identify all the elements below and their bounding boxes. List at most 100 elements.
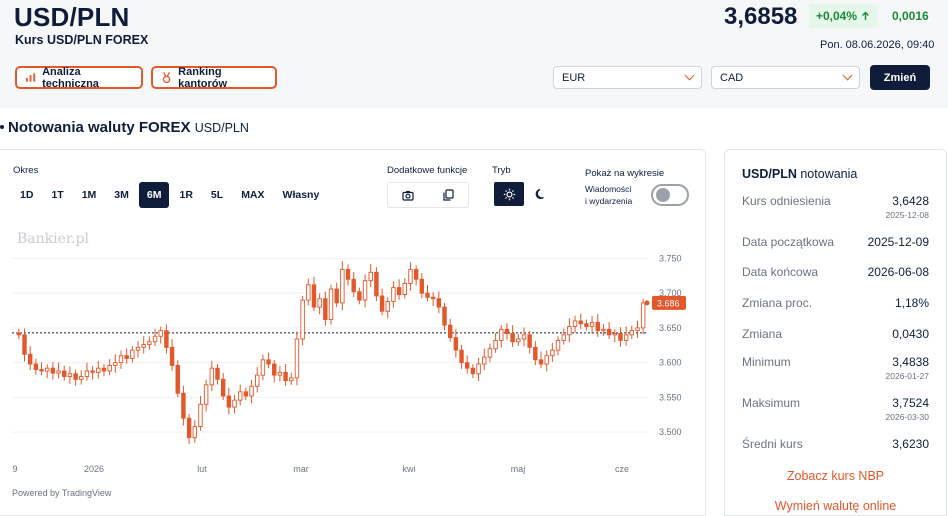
last-price-label: 3.686: [657, 298, 680, 308]
candle-body: [640, 302, 646, 329]
candle-body: [499, 328, 504, 341]
quote-header: USD/PLN Kurs USD/PLN FOREX 3,6858 +0,04%…: [0, 0, 948, 108]
stats-title: USD/PLN notowania: [742, 167, 857, 181]
candle-body: [226, 395, 232, 408]
candle-body: [272, 363, 277, 376]
exchange-ranking-button[interactable]: Ranking kantorów: [151, 65, 277, 90]
stat-label: Średni kurs: [742, 437, 803, 451]
period-label: Okres: [13, 165, 39, 176]
candle-body: [84, 370, 90, 377]
candle-body: [130, 349, 135, 359]
candle-body: [487, 348, 493, 358]
stat-value: 3,4838: [892, 355, 929, 369]
stat-label: Minimum: [742, 355, 791, 369]
candle-body: [323, 298, 328, 321]
light-mode-button[interactable]: [494, 182, 524, 206]
arrow-up-icon: [862, 11, 870, 20]
candle-body: [237, 391, 243, 401]
last-price-dot: [644, 300, 650, 306]
candle-body: [62, 370, 67, 377]
candle-body: [79, 376, 84, 380]
candle-body: [328, 288, 334, 321]
candle-body: [447, 324, 453, 339]
candle-body: [482, 356, 487, 365]
dark-mode-button[interactable]: [524, 182, 558, 206]
candle-body: [306, 284, 311, 301]
exchange-online-link[interactable]: Wymień walutę online: [725, 499, 946, 513]
stats-title-suffix: notowania: [800, 167, 858, 181]
to-currency-select[interactable]: CAD: [711, 66, 860, 89]
candle-body: [379, 295, 385, 312]
exchange-ranking-label: Ranking kantorów: [178, 65, 228, 90]
stat-label: Data końcowa: [742, 265, 819, 279]
candle-body: [533, 346, 538, 361]
screenshot-button[interactable]: [388, 183, 428, 207]
period-button-max[interactable]: MAX: [233, 182, 272, 208]
candle-body: [595, 321, 600, 332]
powered-by-tradingview[interactable]: Powered by TradingView: [12, 488, 111, 498]
period-button-własny[interactable]: Własny: [275, 182, 328, 208]
candle-body: [442, 306, 447, 326]
y-tick-label: 3.550: [659, 392, 682, 402]
chevron-down-icon: [684, 70, 695, 81]
period-button-1r[interactable]: 1R: [171, 182, 200, 208]
moon-icon: [535, 188, 544, 200]
y-tick-label: 3.500: [659, 427, 682, 437]
candle-body: [357, 291, 362, 301]
candle-body: [266, 359, 271, 365]
x-tick-label: 9: [12, 464, 17, 474]
candle-body: [33, 363, 39, 371]
candle-body: [555, 339, 561, 351]
technical-analysis-button[interactable]: Analiza techniczna: [15, 66, 143, 90]
period-button-1m[interactable]: 1M: [74, 182, 105, 208]
period-button-1d[interactable]: 1D: [12, 182, 41, 208]
period-button-6m[interactable]: 6M: [138, 182, 170, 208]
candle-body: [215, 367, 220, 380]
nbp-rate-link[interactable]: Zobacz kurs NBP: [725, 469, 946, 483]
period-button-1t[interactable]: 1T: [43, 182, 71, 208]
candle-body: [567, 326, 572, 336]
period-button-3m[interactable]: 3M: [106, 182, 137, 208]
candle-body: [606, 328, 612, 336]
x-tick-label: mar: [293, 464, 309, 474]
section-subtitle: USD/PLN: [194, 121, 249, 135]
copy-button[interactable]: [428, 183, 468, 207]
candle-body: [413, 269, 419, 280]
candle-body: [544, 355, 549, 365]
sun-icon: [503, 188, 515, 200]
candle-body: [527, 334, 532, 348]
candle-body: [311, 284, 317, 308]
bar-chart-icon: [25, 73, 36, 82]
y-tick-label: 3.650: [659, 323, 682, 333]
period-button-5l[interactable]: 5L: [203, 182, 231, 208]
candle-body: [396, 287, 402, 295]
stat-value: 1,18%: [894, 296, 929, 310]
news-option-line1: Wiadomości: [585, 184, 632, 194]
period-selector: 1D 1T 1M 3M 6M 1R 5L MAX Własny: [12, 182, 327, 208]
stat-date: 2026-03-30: [885, 412, 929, 422]
candlestick-chart[interactable]: 3.7503.7003.6503.6003.5503.5003.6869 2026…: [0, 240, 706, 480]
change-currency-button[interactable]: Zmień: [870, 65, 930, 90]
x-tick-label: maj: [511, 464, 526, 474]
candle-body: [612, 333, 617, 336]
stats-card: USD/PLN notowania Kurs odniesienia 3,6428…: [724, 149, 947, 516]
candle-body: [164, 330, 169, 348]
candle-body: [260, 359, 266, 376]
candle-body: [220, 378, 226, 397]
candle-body: [124, 355, 129, 359]
candle-body: [459, 349, 464, 364]
news-events-toggle[interactable]: [651, 184, 689, 206]
x-tick-label: kwi: [403, 464, 416, 474]
toggle-knob: [656, 188, 670, 202]
stat-date: 2025-12-08: [885, 210, 929, 220]
candle-body: [521, 334, 527, 340]
candle-body: [289, 377, 294, 382]
candle-body: [408, 269, 413, 284]
candle-body: [510, 333, 515, 343]
candle-body: [192, 426, 197, 439]
camera-icon: [402, 190, 414, 201]
candle-body: [283, 371, 288, 382]
candle-body: [249, 385, 254, 397]
from-currency-select[interactable]: EUR: [553, 66, 702, 89]
candle-body: [601, 328, 606, 332]
